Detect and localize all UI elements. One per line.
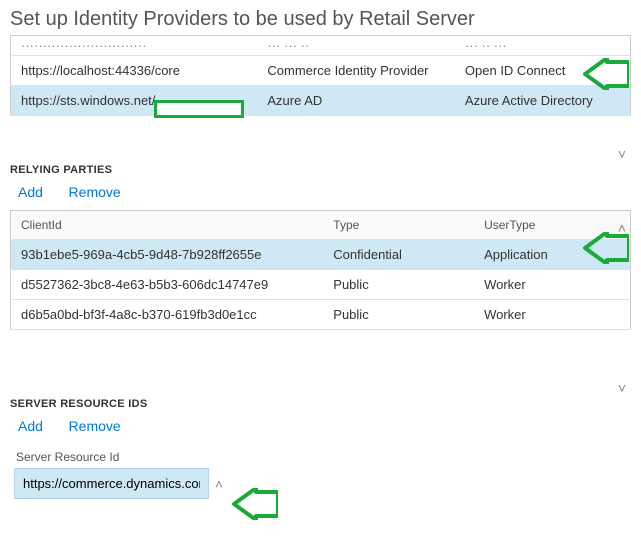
type-cell: Public	[323, 300, 474, 330]
table-row[interactable]: https://sts.windows.net/ Azure AD Azure …	[11, 86, 631, 116]
add-button[interactable]: Add	[18, 184, 43, 200]
idp-issuer-cell: ·····························	[11, 36, 258, 56]
remove-button[interactable]: Remove	[69, 418, 121, 434]
remove-button[interactable]: Remove	[69, 184, 121, 200]
scroll-down-icon[interactable]: ˅	[613, 380, 631, 398]
server-resource-id-input[interactable]	[14, 468, 209, 499]
relying-parties-section: RELYING PARTIES Add Remove ClientId Type…	[0, 164, 641, 348]
add-button[interactable]: Add	[18, 418, 43, 434]
idp-name-cell: Commerce Identity Provider	[257, 56, 455, 86]
idp-type-cell: ··· ·· ···	[455, 36, 631, 56]
relying-parties-actions: Add Remove	[18, 184, 631, 200]
table-row[interactable]: d5527362-3bc8-4e63-b5b3-606dc14747e9 Pub…	[11, 270, 631, 300]
idp-name-cell: ··· ··· ··	[257, 36, 455, 56]
table-row[interactable]: ····························· ··· ··· ··…	[11, 36, 631, 56]
relying-parties-header: RELYING PARTIES	[10, 164, 631, 176]
idp-name-cell: Azure AD	[257, 86, 455, 116]
table-header-row: ClientId Type UserType	[11, 211, 631, 240]
annotation-arrow-icon	[583, 58, 629, 90]
scroll-down-icon[interactable]: ˅	[613, 146, 631, 164]
usertype-cell: Worker	[474, 300, 630, 330]
table-row[interactable]: 93b1ebe5-969a-4cb5-9d48-7b928ff2655e Con…	[11, 240, 631, 270]
idp-issuer-cell: https://localhost:44336/core	[11, 56, 258, 86]
annotation-arrow-icon	[232, 488, 278, 520]
server-resource-ids-section: SERVER RESOURCE IDS Add Remove Server Re…	[0, 398, 641, 499]
clientid-cell: d6b5a0bd-bf3f-4a8c-b370-619fb3d0e1cc	[11, 300, 324, 330]
idp-type-cell: Azure Active Directory	[455, 86, 631, 116]
type-column-header[interactable]: Type	[323, 211, 474, 240]
relying-parties-table: ClientId Type UserType 93b1ebe5-969a-4cb…	[10, 210, 631, 330]
scroll-up-icon[interactable]: ˄	[210, 476, 228, 494]
server-resource-id-label: Server Resource Id	[10, 444, 631, 468]
usertype-cell: Worker	[474, 270, 630, 300]
identity-providers-section: ····························· ··· ··· ··…	[0, 35, 641, 134]
identity-providers-table: ····························· ··· ··· ··…	[10, 35, 631, 116]
server-resource-ids-header: SERVER RESOURCE IDS	[10, 398, 631, 410]
type-cell: Confidential	[323, 240, 474, 270]
table-row[interactable]: d6b5a0bd-bf3f-4a8c-b370-619fb3d0e1cc Pub…	[11, 300, 631, 330]
page-title: Set up Identity Providers to be used by …	[0, 0, 641, 35]
server-resource-ids-actions: Add Remove	[18, 418, 631, 434]
clientid-cell: d5527362-3bc8-4e63-b5b3-606dc14747e9	[11, 270, 324, 300]
annotation-arrow-icon	[583, 232, 629, 264]
type-cell: Public	[323, 270, 474, 300]
clientid-cell: 93b1ebe5-969a-4cb5-9d48-7b928ff2655e	[11, 240, 324, 270]
table-row[interactable]: https://localhost:44336/core Commerce Id…	[11, 56, 631, 86]
clientid-column-header[interactable]: ClientId	[11, 211, 324, 240]
